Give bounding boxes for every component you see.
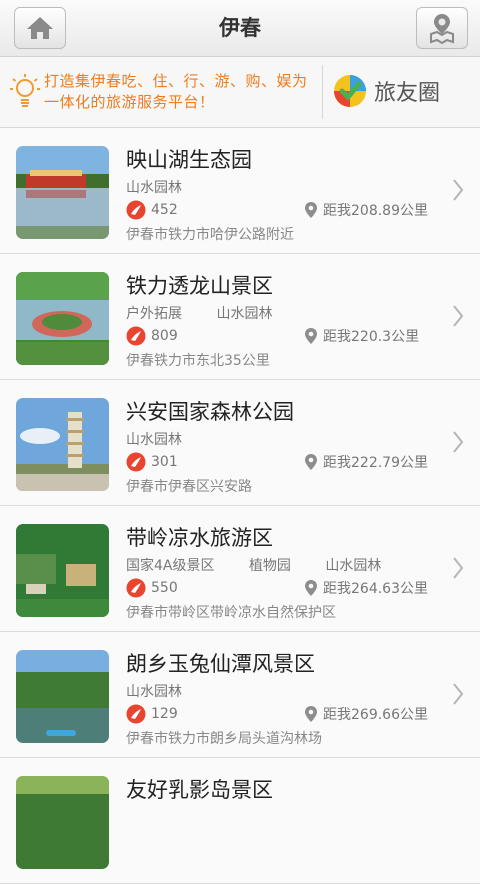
- likes-count: 452: [126, 200, 178, 220]
- likes-number: 550: [151, 580, 178, 596]
- distance-text: 距我222.79公里: [323, 455, 428, 471]
- list-item[interactable]: 友好乳影岛景区: [0, 758, 480, 884]
- attraction-photo: [16, 272, 109, 365]
- chevron-right-icon: [453, 305, 464, 327]
- tag: 山水园林: [126, 432, 182, 448]
- like-icon: [126, 578, 146, 598]
- chevron-right-icon: [453, 683, 464, 705]
- distance: 距我269.66公里: [304, 704, 428, 724]
- like-icon: [126, 704, 146, 724]
- like-icon: [126, 326, 146, 346]
- slogan-text: 打造集伊春吃、住、行、游、购、娱为 一体化的旅游服务平台！: [44, 71, 326, 113]
- distance-text: 距我264.63公里: [323, 581, 428, 597]
- attraction-address: 伊春市铁力市朗乡局头道沟林场: [126, 731, 322, 747]
- chevron-right-icon: [453, 179, 464, 201]
- attraction-photo: [16, 650, 109, 743]
- list-item[interactable]: 朗乡玉兔仙潭风景区 山水园林 129 距我269.66公里 伊春市铁力市朗乡局头…: [0, 632, 480, 758]
- likes-count: 809: [126, 326, 178, 346]
- attraction-photo: [16, 524, 109, 617]
- distance: 距我208.89公里: [304, 200, 428, 220]
- list-item[interactable]: 映山湖生态园 山水园林 452 距我208.89公里 伊春市铁力市哈伊公路附近: [0, 128, 480, 254]
- attraction-tags: 山水园林: [126, 429, 212, 449]
- slogan-line-1: 打造集伊春吃、住、行、游、购、娱为: [44, 72, 308, 90]
- likes-number: 129: [151, 706, 178, 722]
- attraction-photo: [16, 776, 109, 869]
- slogan-line-2: 一体化的旅游服务平台！: [44, 93, 215, 111]
- attraction-tags: 山水园林: [126, 177, 212, 197]
- likes-count: 129: [126, 704, 178, 724]
- attraction-address: 伊春铁力市东北35公里: [126, 353, 270, 369]
- location-pin-icon: [305, 706, 317, 722]
- distance: 距我222.79公里: [304, 452, 428, 472]
- tag: 户外拓展: [126, 306, 182, 322]
- travel-circle-button[interactable]: 旅友圈: [332, 73, 440, 109]
- list-item[interactable]: 带岭凉水旅游区 国家4A级景区 植物园 山水园林 550 距我264.63公里 …: [0, 506, 480, 632]
- attraction-name: 朗乡玉兔仙潭风景区: [126, 652, 315, 676]
- likes-count: 301: [126, 452, 178, 472]
- distance: 距我220.3公里: [304, 326, 419, 346]
- travel-circle-icon: [334, 75, 366, 107]
- likes-number: 452: [151, 202, 178, 218]
- attraction-address: 伊春市伊春区兴安路: [126, 479, 252, 495]
- location-pin-icon: [305, 580, 317, 596]
- attraction-name: 铁力透龙山景区: [126, 274, 273, 298]
- likes-count: 550: [126, 578, 178, 598]
- attraction-list: 映山湖生态园 山水园林 452 距我208.89公里 伊春市铁力市哈伊公路附近: [0, 128, 480, 884]
- list-item[interactable]: 兴安国家森林公园 山水园林 301 距我222.79公里 伊春市伊春区兴安路: [0, 380, 480, 506]
- distance-text: 距我208.89公里: [323, 203, 428, 219]
- attraction-tags: 户外拓展 山水园林: [126, 303, 302, 323]
- like-icon: [126, 452, 146, 472]
- tag: 山水园林: [216, 306, 273, 322]
- likes-number: 301: [151, 454, 178, 470]
- promo-banner: 打造集伊春吃、住、行、游、购、娱为 一体化的旅游服务平台！ 旅友圈: [0, 57, 480, 128]
- app-header: 伊春: [0, 0, 480, 57]
- page-title: 伊春: [219, 16, 261, 40]
- tag: 山水园林: [325, 558, 382, 574]
- attraction-address: 伊春市带岭区带岭凉水自然保护区: [126, 605, 336, 621]
- attraction-name: 带岭凉水旅游区: [126, 526, 273, 550]
- tag: 山水园林: [126, 180, 182, 196]
- list-item[interactable]: 铁力透龙山景区 户外拓展 山水园林 809 距我220.3公里 伊春铁力市东北3…: [0, 254, 480, 380]
- lightbulb-icon: [8, 72, 42, 112]
- attraction-name: 映山湖生态园: [126, 148, 252, 172]
- tag: 植物园: [248, 558, 291, 574]
- attraction-name: 兴安国家森林公园: [126, 400, 294, 424]
- attraction-photo: [16, 146, 109, 239]
- like-icon: [126, 200, 146, 220]
- chevron-right-icon: [453, 431, 464, 453]
- distance-text: 距我269.66公里: [323, 707, 428, 723]
- map-button[interactable]: [416, 7, 468, 49]
- attraction-address: 伊春市铁力市哈伊公路附近: [126, 227, 294, 243]
- attraction-photo: [16, 398, 109, 491]
- attraction-tags: 国家4A级景区 植物园 山水园林: [126, 555, 411, 575]
- banner-divider: [322, 65, 323, 119]
- travel-circle-label: 旅友圈: [374, 81, 441, 106]
- location-pin-icon: [305, 202, 317, 218]
- location-pin-icon: [305, 454, 317, 470]
- attraction-tags: 山水园林: [126, 681, 212, 701]
- map-location-icon: [430, 14, 454, 44]
- distance: 距我264.63公里: [304, 578, 428, 598]
- location-pin-icon: [305, 328, 317, 344]
- tag: 山水园林: [126, 684, 182, 700]
- chevron-right-icon: [453, 557, 464, 579]
- tag: 国家4A级景区: [126, 558, 215, 574]
- likes-number: 809: [151, 328, 178, 344]
- distance-text: 距我220.3公里: [323, 329, 420, 345]
